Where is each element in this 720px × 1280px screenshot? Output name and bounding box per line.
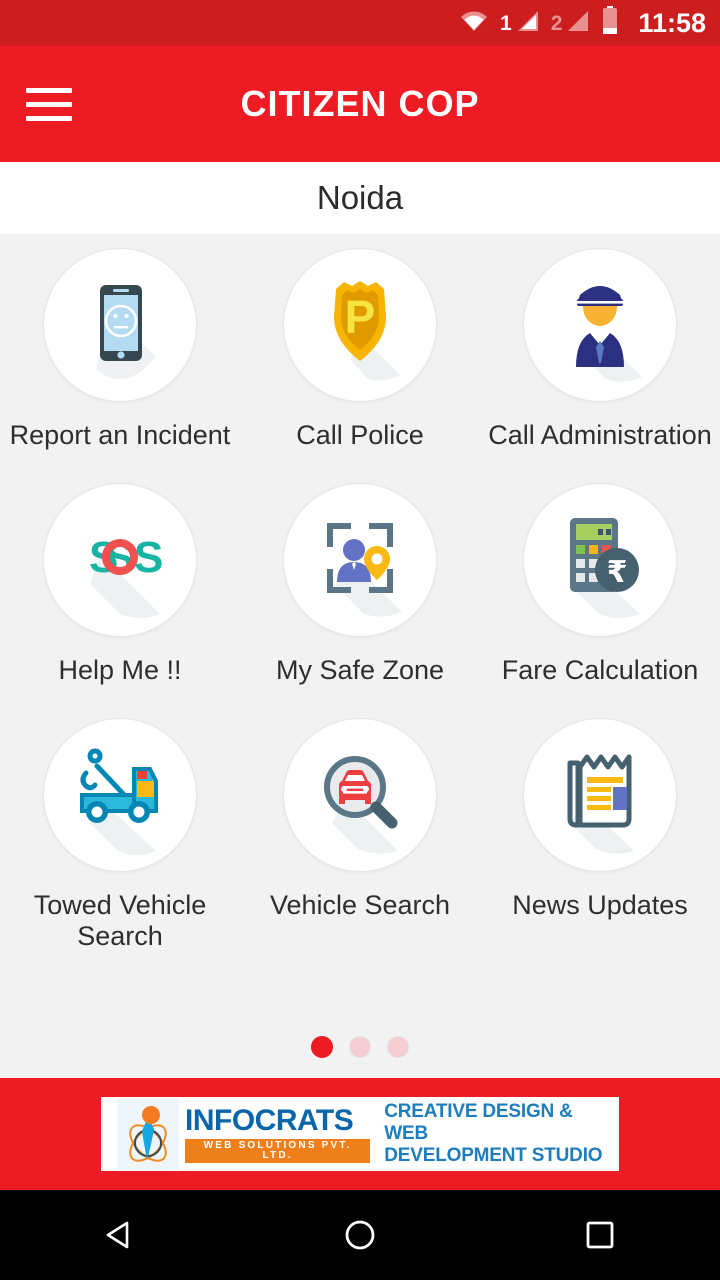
- status-icons: 1 2 11:58: [459, 5, 706, 41]
- tile-label: Vehicle Search: [269, 890, 451, 920]
- pager-dot-3[interactable]: [387, 1036, 409, 1058]
- tile-help-me[interactable]: S S S Help Me !!: [0, 483, 240, 718]
- tile-icon-circle: [523, 718, 677, 872]
- wifi-icon: [459, 9, 489, 38]
- battery-icon: [601, 5, 619, 41]
- tile-call-police[interactable]: P Call Police: [240, 248, 480, 483]
- app-bar: CITIZEN COP: [0, 46, 720, 162]
- tile-label: Call Administration: [488, 420, 712, 450]
- phone-screen: 1 2 11:58 CITIZEN COP Noida Report an In…: [0, 0, 720, 1280]
- feature-grid: Report an Incident P Call Police Call Ad…: [0, 248, 720, 953]
- sim1-indicator: 1: [500, 9, 540, 38]
- ad-brand: INFOCRATS WEB SOLUTIONS PVT. LTD.: [185, 1103, 371, 1163]
- calculator-rupee-icon: ₹: [570, 518, 640, 618]
- tile-label: Towed Vehicle Search: [33, 890, 207, 952]
- hamburger-bar: [26, 101, 72, 107]
- tile-call-administration[interactable]: Call Administration: [480, 248, 720, 483]
- svg-text:S: S: [134, 533, 163, 582]
- tile-towed-vehicle-search[interactable]: Towed Vehicle Search: [0, 718, 240, 953]
- location-name: Noida: [316, 179, 404, 216]
- tile-label: Help Me !!: [58, 655, 182, 685]
- tile-icon-circle: S S S: [43, 483, 197, 637]
- svg-text:P: P: [345, 291, 376, 343]
- ad-banner[interactable]: INFOCRATS WEB SOLUTIONS PVT. LTD. CREATI…: [101, 1097, 619, 1171]
- tile-icon-circle: [283, 718, 437, 872]
- tile-icon-circle: [43, 718, 197, 872]
- ad-tagline-line1: CREATIVE DESIGN & WEB: [384, 1101, 573, 1145]
- feature-grid-area: Report an Incident P Call Police Call Ad…: [0, 234, 720, 1078]
- recents-square-icon[interactable]: [555, 1190, 645, 1280]
- tile-icon-circle: P: [283, 248, 437, 402]
- sos-icon: S S S: [89, 533, 163, 618]
- tile-icon-circle: [43, 248, 197, 402]
- svg-text:₹: ₹: [607, 555, 628, 590]
- sim2-indicator: 2: [551, 9, 591, 38]
- tile-my-safe-zone[interactable]: My Safe Zone: [240, 483, 480, 718]
- ad-brand-name: INFOCRATS: [185, 1103, 354, 1137]
- ad-tagline-line2: DEVELOPMENT STUDIO: [384, 1144, 603, 1166]
- app-title: CITIZEN COP: [240, 83, 480, 124]
- tile-label: My Safe Zone: [275, 655, 445, 685]
- sim2-label: 2: [550, 11, 563, 35]
- newspaper-icon: [567, 754, 634, 854]
- ad-strip: INFOCRATS WEB SOLUTIONS PVT. LTD. CREATI…: [0, 1078, 720, 1190]
- tile-label: Call Police: [296, 420, 424, 450]
- car-magnifier-icon: [324, 756, 398, 854]
- tile-label: Fare Calculation: [501, 655, 699, 685]
- tile-news-updates[interactable]: News Updates: [480, 718, 720, 953]
- status-time: 11:58: [638, 7, 706, 38]
- hamburger-menu-icon[interactable]: [26, 77, 90, 131]
- hamburger-bar: [26, 87, 72, 93]
- status-bar: 1 2 11:58: [0, 0, 720, 46]
- back-triangle-icon[interactable]: [75, 1190, 165, 1280]
- hamburger-bar: [26, 115, 72, 121]
- tow-truck-icon: [80, 748, 158, 855]
- home-circle-icon[interactable]: [315, 1190, 405, 1280]
- tile-icon-circle: ₹: [523, 483, 677, 637]
- police-badge-icon: P: [334, 281, 400, 381]
- tile-icon-circle: [283, 483, 437, 637]
- infocrats-atom-logo-icon: [117, 1099, 179, 1169]
- police-officer-icon: [576, 286, 642, 382]
- signal-bars-icon: [564, 9, 590, 38]
- tile-fare-calculation[interactable]: ₹ Fare Calculation: [480, 483, 720, 718]
- tile-icon-circle: [523, 248, 677, 402]
- ad-tagline: CREATIVE DESIGN & WEB DEVELOPMENT STUDIO: [384, 1101, 619, 1167]
- tile-label: News Updates: [512, 890, 688, 920]
- pager-dot-1[interactable]: [311, 1036, 333, 1058]
- ad-brand-sub: WEB SOLUTIONS PVT. LTD.: [185, 1138, 371, 1163]
- pager-dot-2[interactable]: [349, 1036, 371, 1058]
- person-location-frame-icon: [327, 523, 402, 617]
- signal-bars-icon: [514, 9, 540, 38]
- tile-report-an-incident[interactable]: Report an Incident: [0, 248, 240, 483]
- phone-sad-face-icon: [96, 285, 156, 379]
- android-nav-bar: [0, 1190, 720, 1280]
- tile-label: Report an Incident: [9, 420, 231, 450]
- pager-dots: [0, 1036, 720, 1058]
- sim1-label: 1: [500, 11, 512, 35]
- tile-vehicle-search[interactable]: Vehicle Search: [240, 718, 480, 953]
- location-bar[interactable]: Noida: [0, 162, 720, 234]
